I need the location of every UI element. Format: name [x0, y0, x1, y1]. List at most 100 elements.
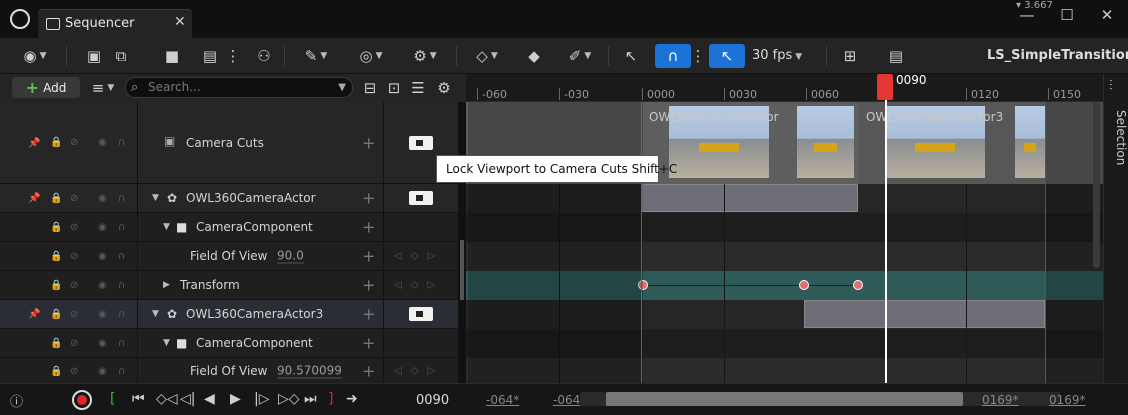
wrench-icon[interactable]: ✎ ▼	[296, 44, 336, 68]
splitter-handle[interactable]	[460, 240, 464, 300]
track-row-camera-cuts[interactable]: 📌 🔒 ⊘ ◉ ∩ ▣ Camera Cuts +	[0, 102, 462, 184]
track-row-property[interactable]: 🔒 ⊘ ◉ ∩ Field Of View 90.570099 + ◁◇▷	[0, 358, 462, 384]
expand-arrow-icon[interactable]: ▼	[163, 338, 170, 348]
add-icon[interactable]: +	[362, 218, 375, 237]
minimize-button[interactable]: —	[1012, 6, 1042, 28]
track-name: OWL360CameraActor3	[186, 307, 324, 321]
keyframe[interactable]	[853, 280, 863, 290]
keyframe[interactable]	[799, 280, 809, 290]
expand-arrow-icon[interactable]: ▶	[163, 280, 170, 290]
working-range-end[interactable]: 0169*	[982, 393, 1019, 407]
track-row-actor[interactable]: 📌 🔒 ⊘ ◉ ∩ ▼ ✿ OWL360CameraActor3 +	[0, 300, 462, 329]
fps-dropdown[interactable]: 30 fps ▼	[752, 48, 802, 63]
add-icon[interactable]: +	[362, 276, 375, 295]
add-icon[interactable]: +	[362, 247, 375, 266]
render-movie-icon[interactable]: ▤	[198, 44, 222, 68]
camera-thumbnail	[797, 106, 854, 178]
camera-button[interactable]	[409, 307, 433, 321]
track-row-transform[interactable]: 🔒 ⊘ ◉ ∩ ▶ Transform + ◁◇▷	[0, 271, 462, 300]
ruler-tick	[806, 88, 807, 100]
info-icon[interactable]: ⓘ	[10, 391, 23, 410]
hierarchy-icon[interactable]: ⚇	[252, 44, 276, 68]
expand-arrow-icon[interactable]: ▼	[163, 222, 170, 232]
ruler-tick	[477, 88, 478, 100]
add-icon[interactable]: +	[362, 133, 375, 152]
expand-arrow-icon[interactable]: ▼	[152, 309, 159, 319]
current-frame[interactable]: 0090	[416, 393, 449, 408]
view-range-start[interactable]: -064*	[486, 393, 519, 407]
keyframe-nav-icon[interactable]: ◁◇▷	[394, 365, 444, 376]
step-forward-icon[interactable]: |▷	[254, 391, 269, 407]
actor-section[interactable]	[804, 300, 1045, 328]
property-value[interactable]: 90.0	[277, 249, 304, 264]
add-icon[interactable]: +	[362, 334, 375, 353]
add-icon[interactable]: +	[362, 305, 375, 324]
add-icon[interactable]: +	[362, 189, 375, 208]
world-icon[interactable]: ◉ ▼	[14, 44, 56, 68]
add-track-button[interactable]: + Add	[12, 77, 80, 98]
fill-icon[interactable]: ◆	[520, 44, 548, 68]
settings-sliders-icon[interactable]: ⫶	[1109, 78, 1113, 94]
close-window-button[interactable]: ✕	[1092, 6, 1122, 28]
track-row-component[interactable]: 🔒 ⊘ ◉ ∩ ▼ ■ CameraComponent +	[0, 213, 462, 242]
list-icon[interactable]: ☰	[410, 76, 426, 100]
snap-options-icon[interactable]: ⋮	[691, 44, 706, 68]
more-icon[interactable]: ⋮	[226, 44, 241, 68]
tab-sequencer[interactable]: Sequencer ✕	[38, 9, 192, 38]
expand-arrow-icon[interactable]: ▼	[152, 193, 159, 203]
save-icon[interactable]: ▣	[84, 44, 104, 68]
divider	[66, 46, 67, 66]
search-input[interactable]: ⌕ Search... ▼	[125, 77, 353, 98]
next-key-icon[interactable]: ▷◇	[278, 391, 300, 407]
view-range-end[interactable]: 0169*	[1049, 393, 1086, 407]
maximize-button[interactable]: ☐	[1052, 6, 1082, 28]
camera-button[interactable]	[409, 191, 433, 205]
keyframe-connector	[642, 285, 858, 286]
pencil-icon[interactable]: ✐ ▼	[560, 44, 600, 68]
jump-to-start-icon[interactable]: ⏮	[132, 391, 145, 407]
track-row-actor[interactable]: 📌 🔒 ⊘ ◉ ∩ ▼ ✿ OWL360CameraActor +	[0, 184, 462, 213]
set-start-icon[interactable]: [	[110, 391, 115, 407]
keyframe-nav-icon[interactable]: ◁◇▷	[394, 280, 444, 291]
set-end-icon[interactable]: ]	[328, 391, 333, 407]
jump-to-end-icon[interactable]: ⏭	[304, 391, 317, 407]
gear-icon[interactable]: ⚙ ▼	[404, 44, 446, 68]
play-reverse-icon[interactable]: ◀	[204, 391, 215, 407]
keyframe-nav-icon[interactable]: ◁◇▷	[394, 251, 444, 262]
settings-icon[interactable]: ⚙	[436, 76, 452, 100]
collapse-icon[interactable]: ⊟	[362, 76, 378, 100]
tab-close-icon[interactable]: ✕	[174, 14, 186, 30]
track-row-property[interactable]: 🔒 ⊘ ◉ ∩ Field Of View 90.0 + ◁◇▷	[0, 242, 462, 271]
curve-editor-icon[interactable]: ⊞	[838, 44, 862, 68]
keyframe-icon[interactable]: ◇ ▼	[466, 44, 508, 68]
actor-section[interactable]	[642, 184, 858, 212]
record-button[interactable]	[72, 390, 92, 410]
sequence-icon[interactable]: ▤	[884, 44, 908, 68]
play-icon[interactable]: ▶	[230, 391, 241, 407]
property-value[interactable]: 90.570099	[277, 363, 342, 378]
time-scrollbar[interactable]	[606, 392, 963, 406]
chevron-down-icon[interactable]: ▼	[338, 78, 346, 97]
track-row-component[interactable]: 🔒 ⊘ ◉ ∩ ▼ ■ CameraComponent +	[0, 329, 462, 358]
add-icon[interactable]: +	[362, 361, 375, 380]
snap-to-frames-button[interactable]: ↖	[709, 44, 745, 68]
lock-viewport-camera-button[interactable]	[409, 135, 433, 150]
cursor-icon[interactable]: ↖	[618, 44, 644, 68]
expand-icon[interactable]: ⊡	[386, 76, 402, 100]
browse-icon[interactable]: ⧉	[110, 44, 132, 68]
unreal-logo-icon[interactable]	[10, 9, 30, 29]
loop-arrow-icon[interactable]: ➜	[346, 391, 358, 407]
playhead-line[interactable]	[885, 74, 887, 383]
playhead-handle[interactable]	[877, 74, 893, 100]
eye-icon[interactable]: ◎ ▼	[350, 44, 392, 68]
snap-magnet-button[interactable]: ∩	[655, 44, 691, 68]
panel-splitter[interactable]	[458, 102, 466, 383]
filter-icon[interactable]: ≡ ▼	[86, 76, 120, 100]
prev-key-icon[interactable]: ◇◁	[156, 391, 178, 407]
time-ruler[interactable]: -060 -030 0000 0030 0060 0120 0150	[466, 74, 1103, 102]
selection-tab[interactable]: Selection	[1104, 110, 1128, 170]
step-back-icon[interactable]: ◁|	[180, 391, 195, 407]
vertical-scrollbar[interactable]	[1093, 102, 1100, 268]
camera-icon[interactable]: ■	[160, 44, 184, 68]
track-name: CameraComponent	[196, 336, 313, 350]
